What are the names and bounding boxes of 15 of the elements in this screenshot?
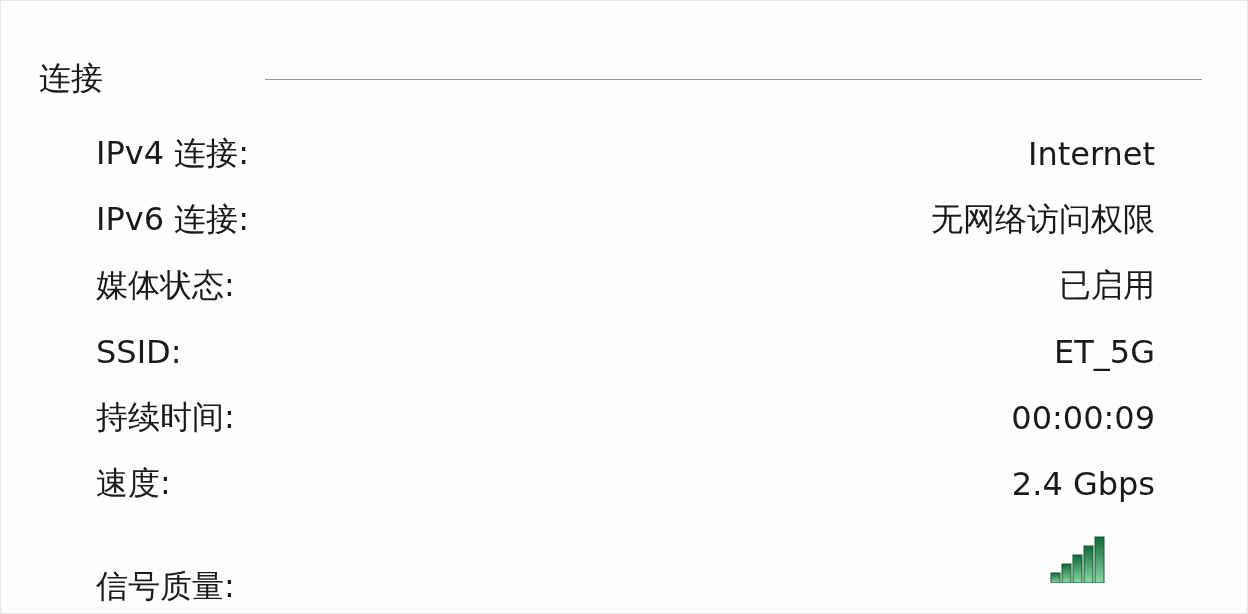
- field-value: 无网络访问权限: [931, 199, 1155, 240]
- field-label: IPv4 连接:: [96, 133, 249, 174]
- field-label: SSID:: [96, 333, 182, 371]
- section-title: 连接: [39, 58, 104, 99]
- signal-strength-icon: [1050, 535, 1108, 583]
- field-value: 00:00:09: [1011, 399, 1155, 437]
- field-value: Internet: [1027, 135, 1155, 173]
- field-value: ET_5G: [1054, 333, 1155, 371]
- field-label: 媒体状态:: [96, 265, 235, 306]
- field-label: 信号质量:: [96, 566, 235, 607]
- field-label: 速度:: [96, 463, 171, 504]
- field-value: 2.4 Gbps: [1011, 465, 1155, 503]
- field-value: 已启用: [1059, 265, 1155, 306]
- field-label: 持续时间:: [96, 397, 235, 438]
- field-label: IPv6 连接:: [96, 199, 249, 240]
